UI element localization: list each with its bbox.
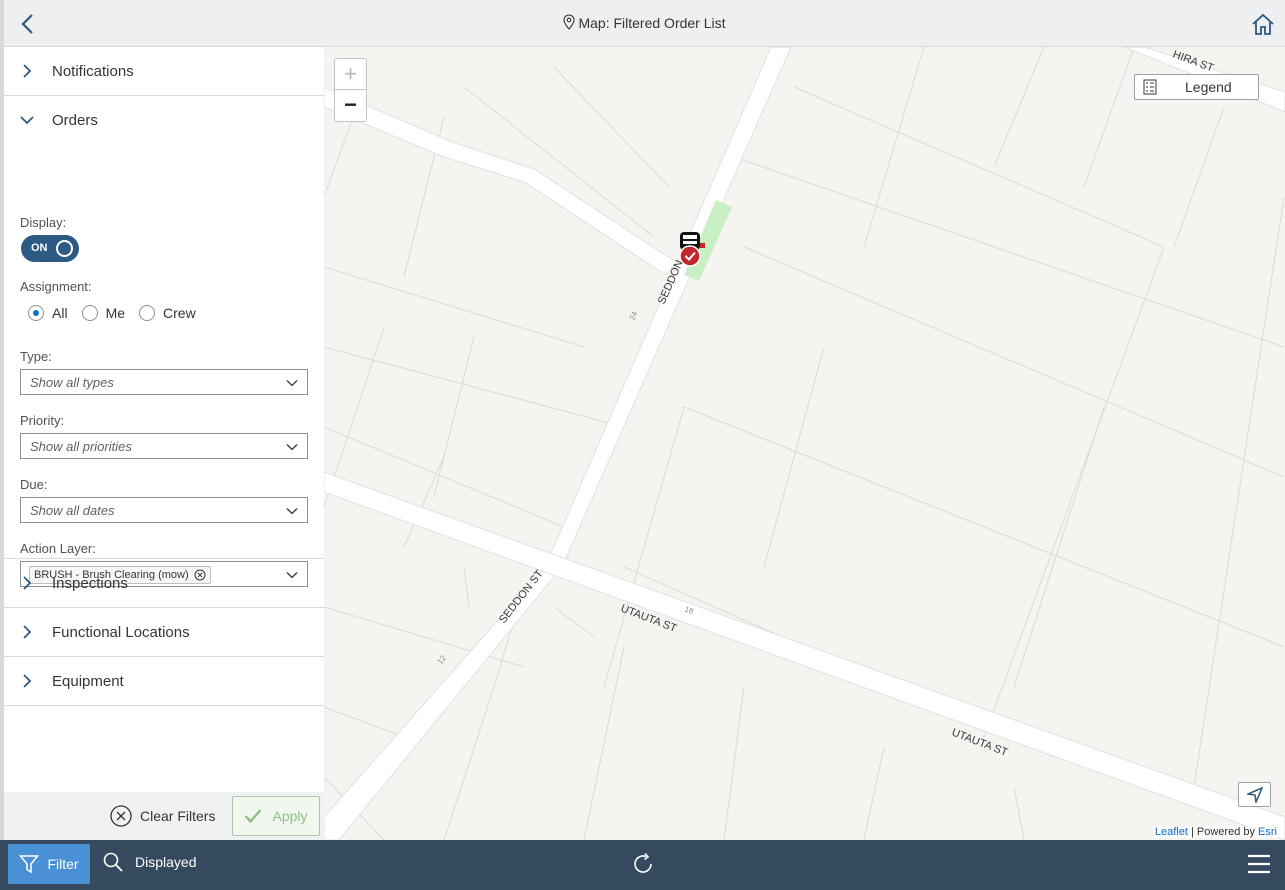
- navigation-arrow-icon: [1246, 786, 1263, 803]
- section-equipment-label: Equipment: [52, 673, 124, 690]
- type-select[interactable]: Show all types: [20, 369, 308, 395]
- filter-panel-footer: Clear Filters Apply: [4, 792, 324, 840]
- action-layer-label: Action Layer:: [20, 541, 96, 556]
- chevron-down-icon: [286, 380, 298, 387]
- due-select[interactable]: Show all dates: [20, 497, 308, 523]
- type-select-value: Show all types: [30, 375, 114, 390]
- clear-filters-button[interactable]: Clear Filters: [110, 804, 215, 828]
- section-functional-locations-label: Functional Locations: [52, 624, 190, 641]
- assignment-radio-me[interactable]: Me: [81, 305, 126, 321]
- priority-select[interactable]: Show all priorities: [20, 433, 308, 459]
- search-icon: [103, 852, 123, 872]
- locate-me-button[interactable]: [1238, 782, 1271, 807]
- displayed-button-label: Displayed: [135, 854, 197, 870]
- radio-selected-icon: [28, 305, 44, 321]
- due-select-value: Show all dates: [30, 503, 115, 518]
- menu-hamburger-icon[interactable]: [1247, 854, 1271, 874]
- display-toggle-text: ON: [31, 242, 48, 254]
- filter-button[interactable]: Filter: [8, 844, 90, 884]
- refresh-icon[interactable]: [632, 852, 656, 876]
- zoom-in-button[interactable]: +: [335, 59, 366, 90]
- assignment-radio-group: All Me Crew: [28, 304, 210, 322]
- radio-unselected-icon: [81, 305, 98, 321]
- home-icon[interactable]: [1249, 10, 1277, 38]
- displayed-button[interactable]: Displayed: [103, 852, 196, 872]
- section-orders[interactable]: Orders: [4, 96, 324, 145]
- bottom-toolbar: Filter Displayed: [0, 840, 1285, 890]
- display-label: Display:: [20, 215, 67, 230]
- chevron-right-icon: [23, 576, 32, 590]
- priority-select-value: Show all priorities: [30, 439, 132, 454]
- assignment-radio-all[interactable]: All: [28, 305, 68, 321]
- chevron-down-icon: [286, 444, 298, 451]
- toggle-knob: [56, 240, 73, 257]
- app-header: Map: Filtered Order List: [4, 0, 1285, 47]
- section-orders-label: Orders: [52, 112, 98, 129]
- chevron-right-icon: [23, 674, 32, 688]
- assignment-radio-all-label: All: [52, 305, 68, 321]
- section-functional-locations[interactable]: Functional Locations: [4, 608, 324, 657]
- location-pin-icon: [563, 14, 576, 30]
- due-label: Due:: [20, 477, 48, 492]
- map-basemap: SEDDON SEDDON ST UTAUTA ST UTAUTA ST HIR…: [324, 47, 1285, 840]
- display-toggle[interactable]: ON: [21, 235, 79, 262]
- order-marker-icon[interactable]: [676, 229, 710, 271]
- apply-label: Apply: [272, 808, 308, 824]
- section-equipment[interactable]: Equipment: [4, 657, 324, 706]
- house-number: 12: [435, 653, 448, 666]
- clear-filters-label: Clear Filters: [140, 808, 216, 824]
- chevron-right-icon: [23, 64, 32, 78]
- page-title: Map: Filtered Order List: [4, 14, 1285, 31]
- apply-button[interactable]: Apply: [232, 796, 320, 836]
- clear-circle-icon: [110, 805, 132, 827]
- type-label: Type:: [20, 349, 52, 364]
- esri-link[interactable]: Esri: [1258, 826, 1277, 838]
- filter-button-label: Filter: [47, 856, 79, 872]
- chevron-down-icon: [286, 508, 298, 515]
- legend-list-icon: [1143, 79, 1157, 95]
- chevron-right-icon: [23, 625, 32, 639]
- section-notifications-label: Notifications: [52, 63, 134, 80]
- radio-unselected-icon: [139, 305, 156, 321]
- map-view[interactable]: SEDDON SEDDON ST UTAUTA ST UTAUTA ST HIR…: [324, 47, 1285, 840]
- assignment-label: Assignment:: [20, 279, 92, 294]
- legend-label: Legend: [1185, 79, 1232, 95]
- assignment-radio-crew[interactable]: Crew: [139, 305, 196, 321]
- section-inspections-label: Inspections: [52, 575, 128, 592]
- assignment-radio-crew-label: Crew: [163, 305, 196, 321]
- filter-panel: Notifications Orders Display: ON Assignm…: [4, 47, 324, 840]
- legend-button[interactable]: Legend: [1134, 74, 1259, 100]
- section-inspections[interactable]: Inspections: [4, 559, 324, 608]
- zoom-control: + −: [334, 58, 367, 122]
- zoom-out-button[interactable]: −: [335, 90, 366, 121]
- filter-funnel-icon: [19, 855, 40, 874]
- page-title-text: Map: Filtered Order List: [578, 15, 726, 31]
- map-attribution: Leaflet | Powered by Esri: [1152, 826, 1279, 838]
- checkmark-icon: [245, 809, 262, 824]
- orders-filter-body: Display: ON Assignment: All Me Crew Type…: [4, 145, 324, 587]
- chevron-down-icon: [20, 116, 34, 125]
- assignment-radio-me-label: Me: [105, 305, 126, 321]
- priority-label: Priority:: [20, 413, 65, 428]
- section-notifications[interactable]: Notifications: [4, 47, 324, 96]
- attribution-separator: | Powered by: [1187, 826, 1259, 838]
- house-number: 24: [628, 310, 640, 322]
- leaflet-link[interactable]: Leaflet: [1155, 826, 1188, 838]
